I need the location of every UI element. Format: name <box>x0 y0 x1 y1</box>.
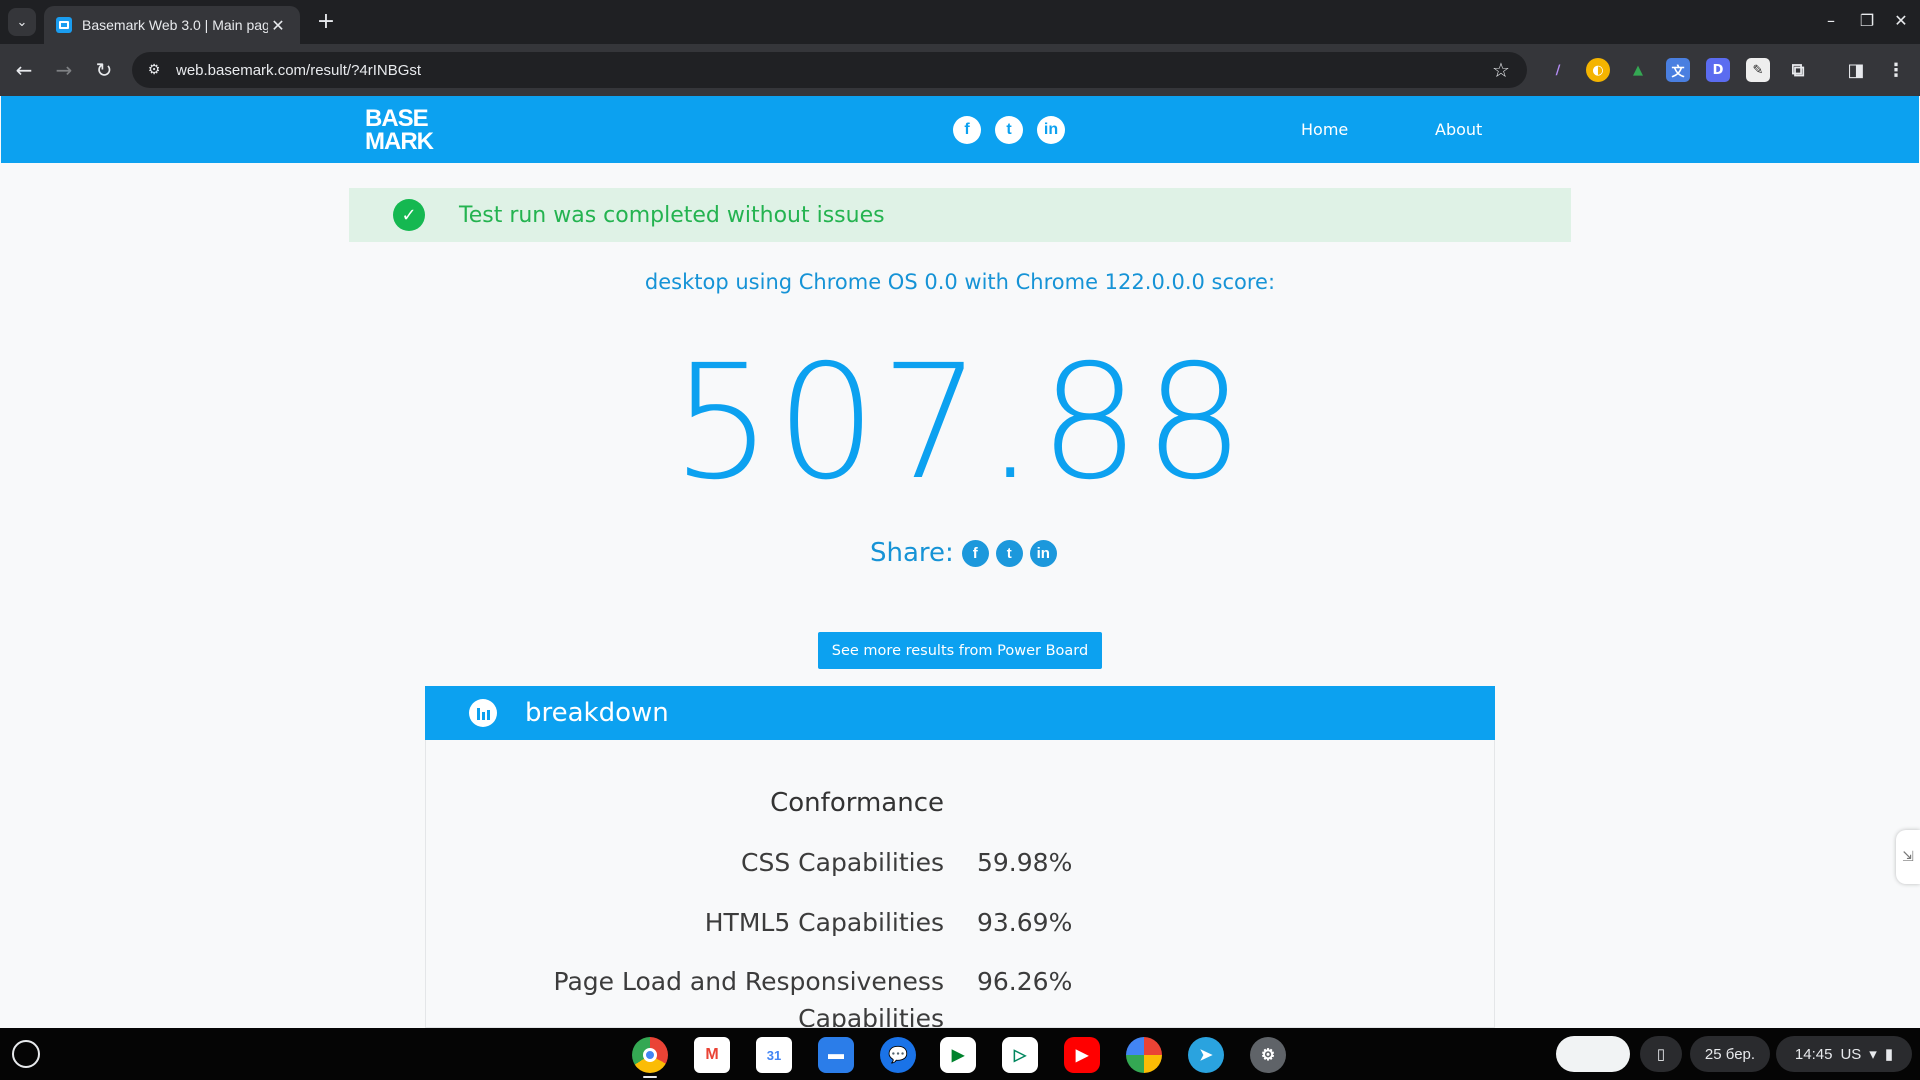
basemark-favicon-icon <box>56 17 72 33</box>
forward-icon[interactable]: → <box>50 56 78 84</box>
reload-icon[interactable]: ↻ <box>90 56 118 84</box>
linkedin-icon[interactable]: in <box>1037 116 1065 144</box>
active-app-indicator <box>643 1076 657 1078</box>
files-app-icon[interactable]: ▬ <box>818 1037 854 1073</box>
messages-app-icon[interactable]: 💬 <box>880 1037 916 1073</box>
play-store-app-icon[interactable]: ▷ <box>1002 1037 1038 1073</box>
settings-app-icon[interactable]: ⚙ <box>1250 1037 1286 1073</box>
status-tray[interactable]: 14:45 US ▾ ▮ <box>1776 1036 1912 1072</box>
metric-value: 96.26% <box>977 967 1073 996</box>
site-header: BASE MARK f t in Home About <box>1 96 1919 163</box>
minimize-button[interactable]: – <box>1816 6 1846 36</box>
back-icon[interactable]: ← <box>10 56 38 84</box>
youtube-app-icon[interactable]: ▶ <box>1064 1037 1100 1073</box>
basemark-logo[interactable]: BASE MARK <box>365 107 434 154</box>
url-text[interactable]: web.basemark.com/result/?4rINBGst <box>172 62 1483 79</box>
edit-extension-icon[interactable]: ✎ <box>1746 58 1770 82</box>
feather-extension-icon[interactable]: ∕ <box>1546 58 1570 82</box>
nav-home-link[interactable]: Home <box>1301 120 1348 139</box>
extensions-icon[interactable]: ⧉ <box>1786 58 1810 82</box>
share-twitter-icon[interactable]: t <box>995 539 1023 567</box>
restore-button[interactable]: ❐ <box>1852 6 1882 36</box>
metric-name: CSS Capabilities <box>741 848 944 877</box>
browser-toolbar: ← → ↻ ⚙ web.basemark.com/result/?4rINBGs… <box>0 44 1920 96</box>
extension-icon[interactable]: ◐ <box>1586 58 1610 82</box>
photos-app-icon[interactable] <box>1126 1037 1162 1073</box>
calendar-app-icon[interactable]: 31 <box>756 1037 792 1073</box>
d-extension-icon[interactable]: D <box>1706 58 1730 82</box>
drive-extension-icon[interactable]: ▲ <box>1626 58 1650 82</box>
close-icon[interactable]: ✕ <box>268 16 288 35</box>
browser-tab[interactable]: Basemark Web 3.0 | Main page ✕ <box>44 6 300 44</box>
breakdown-panel: Conformance CSS Capabilities 59.98% HTML… <box>425 740 1495 1028</box>
wifi-icon: ▾ <box>1869 1046 1877 1063</box>
twitter-icon[interactable]: t <box>995 116 1023 144</box>
score-label: desktop using Chrome OS 0.0 with Chrome … <box>644 270 1276 294</box>
address-bar[interactable]: ⚙ web.basemark.com/result/?4rINBGst ☆ <box>132 52 1527 88</box>
breakdown-header: breakdown <box>425 686 1495 740</box>
locale-indicator: US <box>1840 1045 1862 1063</box>
telegram-app-icon[interactable]: ➤ <box>1188 1037 1224 1073</box>
bar-chart-icon <box>469 699 497 727</box>
metric-name: Page Load and Responsiveness Capabilitie… <box>553 967 944 1028</box>
side-panel-icon[interactable]: ◨ <box>1844 58 1868 82</box>
metric-value: 59.98% <box>977 848 1073 877</box>
tab-title: Basemark Web 3.0 | Main page <box>82 17 268 33</box>
chrome-app-icon[interactable] <box>632 1037 668 1073</box>
ime-tray[interactable] <box>1556 1036 1630 1072</box>
side-panel-handle[interactable]: ⇲ <box>1896 830 1920 884</box>
check-circle-icon: ✓ <box>393 199 425 231</box>
phone-hub-icon[interactable]: ▯ <box>1640 1036 1682 1072</box>
new-tab-button[interactable]: + <box>312 8 340 36</box>
menu-icon[interactable]: ⋮ <box>1884 58 1908 82</box>
collapse-icon: ⇲ <box>1902 849 1914 865</box>
gmail-app-icon[interactable]: M <box>694 1037 730 1073</box>
status-banner: ✓ Test run was completed without issues <box>349 188 1571 242</box>
clock: 14:45 <box>1794 1045 1833 1063</box>
metric-value: 93.69% <box>977 908 1073 937</box>
social-links: f t in <box>953 116 1065 144</box>
star-icon[interactable]: ☆ <box>1483 58 1519 82</box>
metric-name: HTML5 Capabilities <box>704 908 944 937</box>
close-window-button[interactable]: ✕ <box>1886 6 1916 36</box>
battery-icon: ▮ <box>1884 1046 1894 1063</box>
translate-extension-icon[interactable]: 文 <box>1666 58 1690 82</box>
share-row: Share: f t in <box>870 538 1064 568</box>
share-facebook-icon[interactable]: f <box>961 539 989 567</box>
system-shelf: M 31 ▬ 💬 ▶ ▷ ▶ ➤ ⚙ ▯ 25 бер. 14:45 US ▾ … <box>0 1028 1920 1080</box>
launcher-icon[interactable] <box>12 1040 40 1068</box>
facebook-icon[interactable]: f <box>953 116 981 144</box>
meet-app-icon[interactable]: ▶ <box>940 1037 976 1073</box>
breakdown-title: breakdown <box>525 698 669 728</box>
plus-icon: + <box>316 9 336 34</box>
share-linkedin-icon[interactable]: in <box>1029 539 1057 567</box>
status-text: Test run was completed without issues <box>459 202 885 228</box>
power-board-button[interactable]: See more results from Power Board <box>818 632 1102 669</box>
date-tray[interactable]: 25 бер. <box>1690 1036 1770 1072</box>
chevron-down-icon: ⌄ <box>16 14 28 30</box>
conformance-heading: Conformance <box>770 788 944 818</box>
share-label: Share: <box>870 538 954 568</box>
tab-search-button[interactable]: ⌄ <box>8 8 36 36</box>
site-info-icon[interactable]: ⚙ <box>136 52 172 88</box>
score-value: 507.88 <box>671 331 1249 515</box>
browser-tab-strip: ⌄ Basemark Web 3.0 | Main page ✕ + – ❐ ✕ <box>0 0 1920 44</box>
nav-about-link[interactable]: About <box>1435 120 1482 139</box>
